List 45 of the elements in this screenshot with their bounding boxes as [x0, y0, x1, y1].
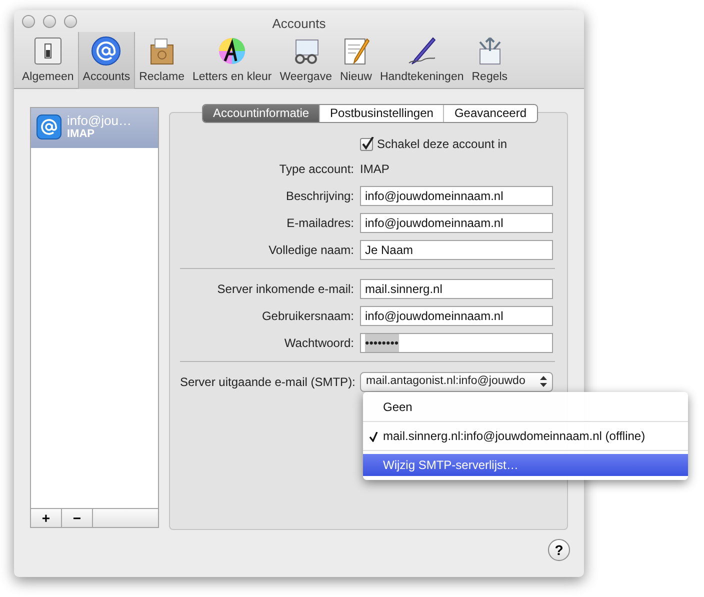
toolbar-tab[interactable]: Weergave: [276, 32, 336, 89]
field-label: Type account:: [278, 160, 354, 178]
toolbar-tab[interactable]: Regels: [468, 32, 512, 89]
field-label: Server inkomende e-mail:: [216, 280, 354, 298]
text-field[interactable]: info@jouwdomeinnaam.nl: [360, 306, 553, 326]
text-field[interactable]: Je Naam: [360, 240, 553, 260]
list-toolbar-segment: [93, 509, 158, 527]
password-field[interactable]: ••••••••: [360, 332, 553, 352]
minimize-window-button[interactable]: [43, 14, 56, 28]
zoom-window-button[interactable]: [64, 14, 77, 28]
account-name: info@jou…: [67, 114, 132, 128]
field-label: Gebruikersnaam:: [260, 308, 354, 324]
menu-item[interactable]: Wijzig SMTP-serverlijst…: [363, 454, 688, 476]
remove-button[interactable]: −: [62, 509, 93, 527]
toolbar-tab[interactable]: Algemeen: [18, 32, 78, 89]
at-sign-icon: [36, 114, 62, 140]
account-type: IMAP: [67, 128, 96, 140]
text-field[interactable]: info@jouwdomeinnaam.nl: [360, 186, 553, 206]
menu-item[interactable]: mail.sinnerg.nl:info@jouwdomeinnaam.nl (offline): [363, 425, 688, 447]
field-label: Server uitgaande e-mail (SMTP):: [180, 374, 354, 390]
field-label: E-mailadres:: [286, 214, 354, 232]
toolbar-tab[interactable]: Letters en kleur: [188, 32, 276, 89]
window-title: Accounts: [272, 15, 326, 33]
field-label: Beschrijving:: [284, 188, 354, 204]
menu-item[interactable]: Geen: [363, 396, 688, 418]
toolbar-tab[interactable]: Handtekeningen: [376, 32, 468, 89]
at-sign-icon: [90, 34, 122, 67]
text-field[interactable]: mail.sinnerg.nl: [360, 278, 553, 298]
switch-icon: [32, 34, 64, 67]
help-button[interactable]: ?: [548, 539, 570, 561]
checkbox[interactable]: [360, 138, 373, 150]
tab[interactable]: Accountinformatie: [203, 105, 320, 122]
up-down-arrows-icon: [540, 376, 547, 387]
text-field[interactable]: info@jouwdomeinnaam.nl: [360, 212, 553, 232]
add-button[interactable]: +: [31, 509, 62, 527]
field-label: Volledige naam:: [268, 242, 354, 258]
field-label: Wachtwoord:: [283, 334, 354, 352]
toolbar-tab[interactable]: Nieuw: [336, 32, 376, 89]
field-value: IMAP: [360, 160, 390, 178]
checkbox-label: Schakel deze account in: [377, 136, 508, 153]
smtp-server-popup[interactable]: mail.antagonist.nl:info@jouwdo: [360, 372, 553, 392]
toolbar-tab[interactable]: Accounts: [78, 32, 136, 89]
checkmark-icon: [368, 432, 378, 442]
toolbar-tab[interactable]: Reclame: [135, 32, 188, 89]
close-window-button[interactable]: [22, 14, 35, 28]
